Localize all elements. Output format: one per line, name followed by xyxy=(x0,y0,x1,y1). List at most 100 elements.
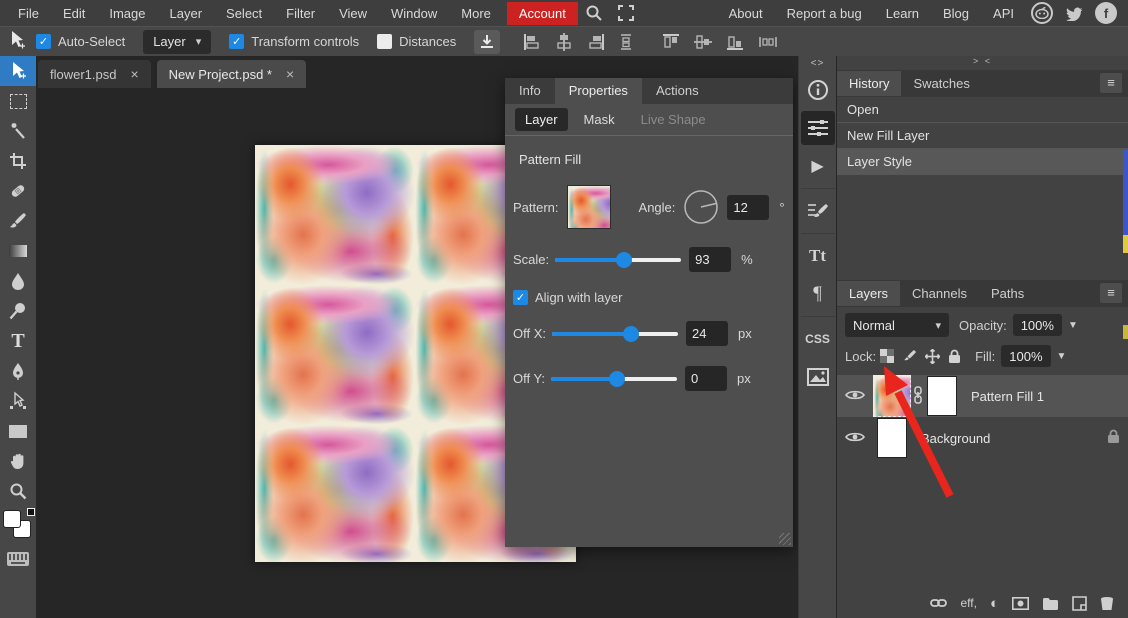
menu-more[interactable]: More xyxy=(449,2,503,25)
collapse-panel-icon[interactable]: > < xyxy=(837,56,1128,70)
menu-image[interactable]: Image xyxy=(97,2,157,25)
pattern-thumbnail[interactable] xyxy=(567,185,611,229)
facebook-icon[interactable]: f xyxy=(1095,2,1117,24)
align-top-icon[interactable] xyxy=(662,33,680,51)
tab-info[interactable]: Info xyxy=(505,78,555,104)
add-mask-icon[interactable] xyxy=(1012,597,1029,610)
tab-layers[interactable]: Layers xyxy=(837,281,900,306)
dodge-tool[interactable] xyxy=(0,296,36,326)
align-bottom-icon[interactable] xyxy=(726,33,744,51)
history-item-open[interactable]: Open xyxy=(837,97,1128,123)
align-right-icon[interactable] xyxy=(587,33,605,51)
distribute-vertical-icon[interactable] xyxy=(619,33,633,51)
blend-mode-dropdown[interactable]: Normal ▾ xyxy=(845,313,949,337)
tab-new-project[interactable]: New Project.psd * × xyxy=(157,60,307,88)
menu-view[interactable]: View xyxy=(327,2,379,25)
panel-menu-icon[interactable]: ≡ xyxy=(1100,73,1122,93)
offset-x-slider[interactable] xyxy=(552,327,678,341)
default-colors-icon[interactable] xyxy=(27,508,35,516)
tool-presets-panel-icon[interactable] xyxy=(801,194,835,228)
transform-controls-checkbox[interactable]: ✓ xyxy=(229,34,244,49)
text-tool[interactable]: T xyxy=(0,326,36,356)
scale-slider[interactable] xyxy=(555,253,681,267)
scale-input[interactable] xyxy=(689,247,731,272)
layer-mask-thumbnail[interactable] xyxy=(927,376,957,416)
layer-mask-link-icon[interactable] xyxy=(913,386,923,407)
align-with-layer-checkbox[interactable]: ✓ xyxy=(513,290,528,305)
actions-panel-icon[interactable]: ▶ xyxy=(801,149,835,183)
pattern-fill-layer-thumbnail[interactable] xyxy=(873,375,911,417)
link-about[interactable]: About xyxy=(717,2,775,25)
panel-menu-icon[interactable]: ≡ xyxy=(1100,283,1122,303)
close-icon[interactable]: × xyxy=(286,66,294,82)
tab-actions[interactable]: Actions xyxy=(642,78,713,104)
angle-input[interactable] xyxy=(727,195,769,220)
menu-file[interactable]: File xyxy=(6,2,51,25)
shape-tool[interactable] xyxy=(0,416,36,446)
distances-checkbox[interactable] xyxy=(377,34,392,49)
offset-y-slider[interactable] xyxy=(551,372,677,386)
lock-position-icon[interactable] xyxy=(925,349,940,364)
tab-flower1[interactable]: flower1.psd × xyxy=(38,60,151,88)
background-layer-thumbnail[interactable] xyxy=(877,418,907,458)
collapse-rail-icon[interactable]: <> xyxy=(811,56,825,71)
angle-dial[interactable] xyxy=(683,189,719,225)
delete-layer-icon[interactable] xyxy=(1100,596,1114,611)
properties-panel-icon[interactable] xyxy=(801,111,835,145)
auto-select-option[interactable]: ✓ Auto-Select xyxy=(36,34,125,49)
color-swatches[interactable] xyxy=(3,510,33,542)
subtab-mask[interactable]: Mask xyxy=(574,108,625,131)
distances-option[interactable]: Distances xyxy=(377,34,456,49)
css-panel-icon[interactable]: CSS xyxy=(801,322,835,356)
layer-effects-icon[interactable]: eff, xyxy=(960,596,976,610)
link-learn[interactable]: Learn xyxy=(874,2,931,25)
info-panel-icon[interactable] xyxy=(801,73,835,107)
new-layer-icon[interactable] xyxy=(1072,596,1087,611)
history-item-new-fill-layer[interactable]: New Fill Layer xyxy=(837,123,1128,149)
foreground-color-swatch[interactable] xyxy=(3,510,21,528)
opacity-dropdown-icon[interactable]: ▼ xyxy=(1068,320,1078,331)
layer-row-background[interactable]: Background xyxy=(837,417,1128,459)
subtab-layer[interactable]: Layer xyxy=(515,108,568,131)
pen-tool[interactable] xyxy=(0,356,36,386)
path-select-tool[interactable] xyxy=(0,386,36,416)
layer-row-pattern-fill[interactable]: Pattern Fill 1 xyxy=(837,375,1128,417)
menu-layer[interactable]: Layer xyxy=(158,2,215,25)
healing-brush-tool[interactable] xyxy=(0,176,36,206)
fullscreen-icon[interactable] xyxy=(614,4,638,22)
visibility-eye-icon[interactable] xyxy=(845,431,865,446)
auto-select-checkbox[interactable]: ✓ xyxy=(36,34,51,49)
magic-wand-tool[interactable] xyxy=(0,116,36,146)
auto-select-target-dropdown[interactable]: Layer ▾ xyxy=(143,30,211,54)
download-button[interactable] xyxy=(474,30,500,54)
close-icon[interactable]: × xyxy=(130,66,138,82)
paragraph-panel-icon[interactable]: ¶ xyxy=(801,277,835,311)
align-middle-vertical-icon[interactable] xyxy=(694,33,712,51)
distribute-horizontal-icon[interactable] xyxy=(758,35,778,49)
tab-channels[interactable]: Channels xyxy=(900,281,979,306)
panel-resize-grip[interactable] xyxy=(779,533,791,545)
lock-transparency-icon[interactable] xyxy=(880,349,894,363)
marquee-select-tool[interactable] xyxy=(0,86,36,116)
tab-properties[interactable]: Properties xyxy=(555,78,642,104)
lock-pixels-icon[interactable] xyxy=(902,349,917,364)
new-folder-icon[interactable] xyxy=(1042,597,1059,610)
link-report-a-bug[interactable]: Report a bug xyxy=(775,2,874,25)
link-layers-icon[interactable] xyxy=(930,598,947,608)
move-tool[interactable] xyxy=(0,56,36,86)
character-panel-icon[interactable]: Tt xyxy=(801,239,835,273)
offset-x-input[interactable] xyxy=(686,321,728,346)
link-blog[interactable]: Blog xyxy=(931,2,981,25)
reddit-icon[interactable] xyxy=(1031,2,1053,24)
blur-tool[interactable] xyxy=(0,266,36,296)
account-button[interactable]: Account xyxy=(507,2,578,25)
hand-tool[interactable] xyxy=(0,446,36,476)
tab-history[interactable]: History xyxy=(837,71,901,96)
tab-swatches[interactable]: Swatches xyxy=(901,71,981,96)
fill-value[interactable]: 100% xyxy=(1001,345,1050,367)
adjustment-layer-icon[interactable]: ◐ xyxy=(990,595,999,612)
tab-paths[interactable]: Paths xyxy=(979,281,1036,306)
align-center-horizontal-icon[interactable] xyxy=(555,33,573,51)
link-api[interactable]: API xyxy=(981,2,1026,25)
brush-tool[interactable] xyxy=(0,206,36,236)
